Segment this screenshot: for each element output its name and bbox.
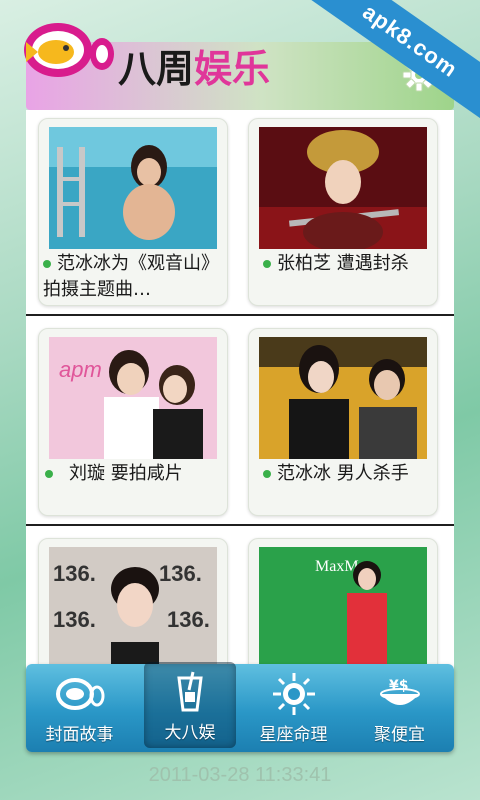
- row-divider: [26, 524, 454, 526]
- tab-group-deals[interactable]: ¥$ 聚便宜: [346, 664, 453, 752]
- fish-logo-icon: [24, 23, 114, 77]
- grid-row: apm 刘璇 要拍咸片 范冰冰 男人杀手: [26, 320, 454, 526]
- tab-horoscope[interactable]: 星座命理: [240, 664, 347, 752]
- caption-text: 张柏芝 遭遇封杀: [277, 253, 409, 274]
- tab-label: 星座命理: [259, 725, 328, 745]
- grid-row: 范冰冰为《观音山》拍摄主题曲… 张柏芝 遭遇封杀: [26, 110, 454, 316]
- grid-row: 136. 136. 136. 136. MaxM: [26, 530, 454, 670]
- caption-text: 范冰冰 男人杀手: [277, 463, 409, 484]
- svg-text:MaxM: MaxM: [315, 558, 359, 575]
- bullet-dot: [43, 260, 51, 268]
- news-card[interactable]: 张柏芝 遭遇封杀: [248, 118, 438, 306]
- news-photo: [259, 337, 427, 459]
- tab-label: 聚便宜: [374, 725, 425, 745]
- sun-star-icon: [272, 673, 315, 715]
- svg-text:136.: 136.: [167, 607, 210, 632]
- tab-cover-story[interactable]: 封面故事: [26, 664, 133, 752]
- news-card[interactable]: apm 刘璇 要拍咸片: [38, 328, 228, 516]
- news-photo: MaxM: [259, 547, 427, 669]
- news-caption: 张柏芝 遭遇封杀: [253, 251, 433, 277]
- svg-text:136.: 136.: [159, 561, 202, 586]
- tab-label: 封面故事: [45, 725, 114, 745]
- drink-cup-icon: [177, 671, 203, 712]
- timestamp: 2011-03-28 11:33:41: [148, 764, 332, 786]
- news-photo: apm: [49, 337, 217, 459]
- news-photo: [49, 127, 217, 249]
- svg-text:apm: apm: [59, 357, 102, 382]
- caption-text: 范冰冰为《观音山》拍摄主题曲…: [43, 253, 219, 300]
- tab-da-ba-yu[interactable]: 大八娱: [144, 662, 236, 748]
- fish-logo-icon: [55, 678, 104, 710]
- news-card[interactable]: 136. 136. 136. 136.: [38, 538, 228, 670]
- svg-text:136.: 136.: [53, 607, 96, 632]
- bottom-tab-bar: 封面故事 大八娱 星座命理 ¥$ 聚便宜: [26, 662, 454, 752]
- news-card[interactable]: MaxM: [248, 538, 438, 670]
- row-divider: [26, 314, 454, 316]
- news-photo: [259, 127, 427, 249]
- svg-text:¥$: ¥$: [389, 678, 408, 694]
- bullet-dot: [45, 470, 53, 478]
- bullet-dot: [263, 260, 271, 268]
- news-caption: 范冰冰 男人杀手: [253, 461, 433, 487]
- money-bowl-icon: ¥$: [379, 678, 420, 705]
- svg-text:136.: 136.: [53, 561, 96, 586]
- app-title: 八周娱乐: [118, 38, 270, 93]
- caption-text: 刘璇 要拍咸片: [69, 463, 183, 484]
- news-card[interactable]: 范冰冰 男人杀手: [248, 328, 438, 516]
- bullet-dot: [263, 470, 271, 478]
- news-grid: 范冰冰为《观音山》拍摄主题曲… 张柏芝 遭遇封杀 apm 刘璇 要拍咸片 范冰冰…: [26, 110, 454, 670]
- news-caption: 刘璇 要拍咸片: [43, 461, 223, 487]
- news-card[interactable]: 范冰冰为《观音山》拍摄主题曲…: [38, 118, 228, 306]
- tab-label: 大八娱: [164, 723, 216, 743]
- title-part-1: 八周: [118, 47, 195, 91]
- title-part-2: 娱乐: [194, 47, 271, 91]
- news-photo: 136. 136. 136. 136.: [49, 547, 217, 669]
- news-caption: 范冰冰为《观音山》拍摄主题曲…: [43, 251, 223, 303]
